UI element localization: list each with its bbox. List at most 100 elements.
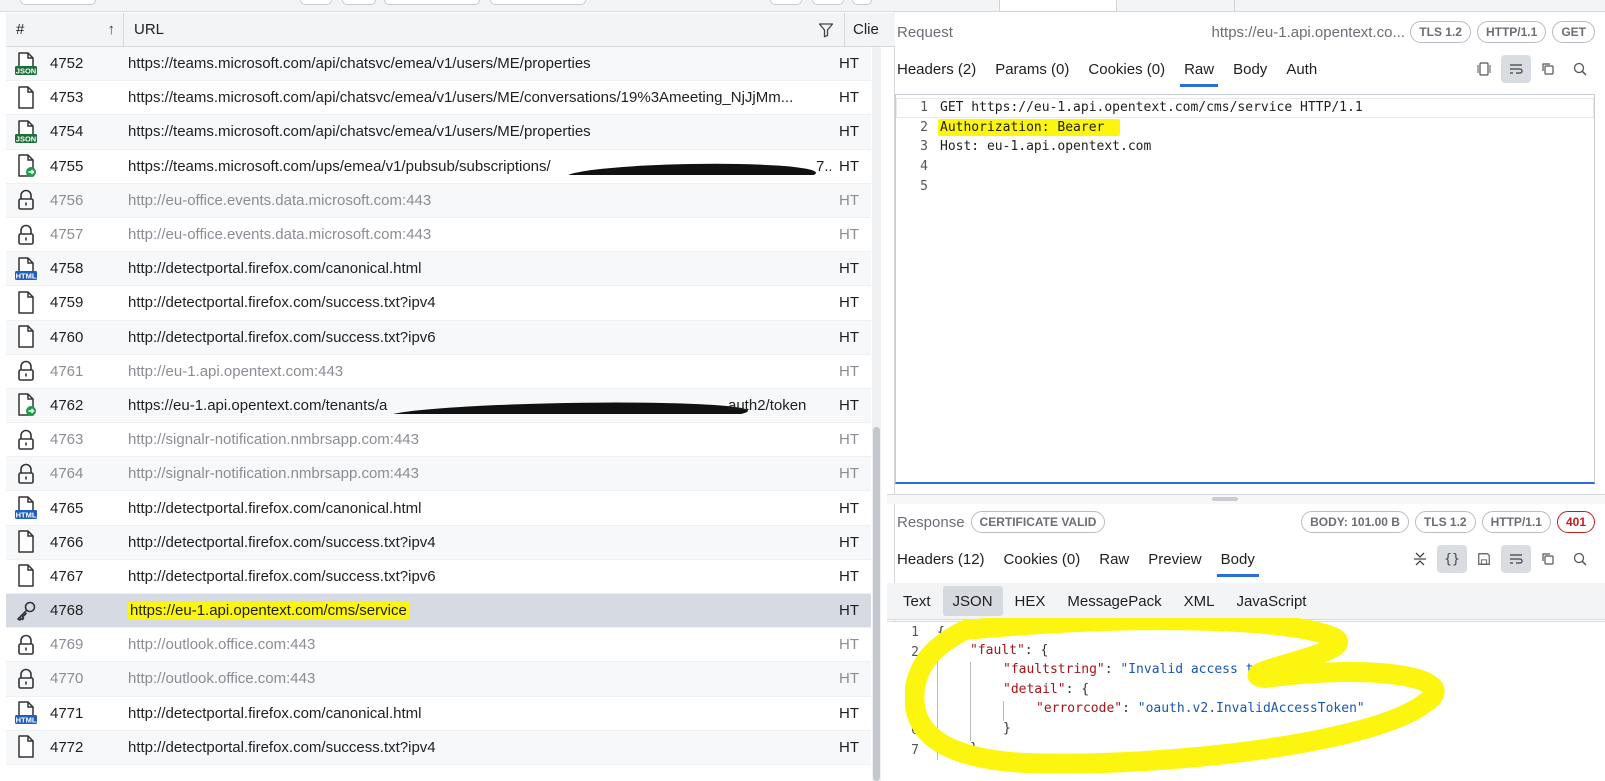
session-list-pane: # ↑ URL Clie JSON 4752 https://teams.micro… — [0, 0, 895, 781]
session-row[interactable]: 4760 http://detectportal.firefox.com/succ… — [6, 320, 871, 355]
file-icon — [6, 560, 46, 593]
session-number: 4754 — [50, 123, 84, 141]
search-icon[interactable] — [1565, 55, 1595, 83]
session-number: 4765 — [50, 499, 84, 517]
filter-icon[interactable] — [818, 22, 834, 38]
column-header-number[interactable]: # ↑ — [6, 13, 124, 46]
session-row[interactable]: 4772 http://detectportal.firefox.com/succ… — [6, 730, 871, 765]
toolbar-button[interactable] — [300, 0, 332, 5]
session-row[interactable]: 4764 http://signalr-notification.nmbrsapp… — [6, 457, 871, 492]
session-row[interactable]: 4759 http://detectportal.firefox.com/succ… — [6, 286, 871, 321]
response-tools: {} — [1403, 545, 1595, 573]
session-url: https://eu-1.api.opentext.com/cms/servic… — [128, 602, 409, 620]
response-pill: HTTP/1.1 — [1481, 511, 1551, 533]
session-row[interactable]: HTML 4765 http://detectportal.firefox.com/… — [6, 491, 871, 526]
session-row[interactable]: 4769 http://outlook.office.com:443 HT — [6, 628, 871, 663]
format-braces-icon[interactable]: {} — [1437, 545, 1467, 573]
request-tab[interactable]: Raw — [1180, 51, 1219, 87]
code-line: 7} — [887, 740, 1605, 761]
file-icon — [6, 321, 46, 354]
splitter-grip[interactable] — [1212, 497, 1238, 501]
toolbar-button[interactable] — [852, 0, 872, 5]
session-row[interactable]: JSON 4752 https://teams.microsoft.com/api/… — [6, 47, 871, 82]
toolbar-button[interactable] — [20, 0, 96, 5]
format-tab[interactable]: JavaScript — [1226, 586, 1316, 616]
session-row[interactable]: 4770 http://outlook.office.com:443 HT — [6, 662, 871, 697]
response-tab[interactable]: Preview — [1148, 541, 1201, 577]
inspector-tab[interactable] — [999, 0, 1117, 12]
session-client: HT — [839, 465, 859, 483]
format-tab[interactable]: HEX — [1005, 586, 1056, 616]
session-row[interactable]: HTML 4771 http://detectportal.firefox.com/… — [6, 697, 871, 731]
session-row[interactable]: 4768 https://eu-1.api.opentext.com/cms/se… — [6, 594, 871, 629]
session-row[interactable]: 4762 https://eu-1.api.opentext.com/tenant… — [6, 388, 871, 424]
session-url: https://teams.microsoft.com/api/chatsvc/… — [128, 55, 591, 73]
request-tab[interactable]: Cookies (0) — [1088, 51, 1165, 87]
session-url: http://detectportal.firefox.com/success.… — [128, 738, 436, 756]
search-icon[interactable] — [1565, 545, 1595, 573]
file-redirect-icon — [6, 150, 46, 183]
session-row[interactable]: 4757 http://eu-office.events.data.microso… — [6, 218, 871, 253]
vertical-scrollbar[interactable] — [872, 47, 881, 781]
format-tab[interactable]: Text — [893, 586, 941, 616]
word-wrap-icon[interactable] — [1501, 55, 1531, 83]
request-tab[interactable]: Auth — [1286, 51, 1317, 87]
session-row[interactable]: 4753 https://teams.microsoft.com/api/chat… — [6, 81, 871, 116]
session-url: http://detectportal.firefox.com/success.… — [128, 533, 436, 551]
request-raw-editor[interactable]: 1 GET https://eu-1.api.opentext.com/cms/s… — [895, 94, 1595, 484]
code-line: 4 — [920, 159, 928, 175]
response-tab[interactable]: Cookies (0) — [1004, 541, 1081, 577]
toolbar-button[interactable] — [812, 0, 844, 5]
toolbar-button[interactable] — [770, 0, 802, 5]
session-row[interactable]: 4767 http://detectportal.firefox.com/succ… — [6, 560, 871, 594]
response-tab[interactable]: Headers (12) — [897, 541, 985, 577]
inspector-tab[interactable] — [1117, 0, 1235, 12]
word-wrap-icon[interactable] — [1501, 545, 1531, 573]
session-client: HT — [839, 362, 859, 380]
session-number: 4755 — [50, 157, 84, 175]
format-tab[interactable]: JSON — [942, 586, 1003, 616]
code-line: 1 GET https://eu-1.api.opentext.com/cms/s… — [896, 98, 1594, 118]
format-tab[interactable]: XML — [1174, 586, 1225, 616]
request-tab[interactable]: Params (0) — [995, 51, 1069, 87]
session-row[interactable]: HTML 4758 http://detectportal.firefox.com/… — [6, 252, 871, 287]
session-row[interactable]: 4761 http://eu-1.api.opentext.com:443 HT — [6, 355, 871, 389]
session-number: 4752 — [50, 55, 84, 73]
session-number: 4757 — [50, 226, 84, 244]
toolbar-button[interactable] — [490, 0, 586, 5]
session-url: http://detectportal.firefox.com/canonica… — [128, 260, 422, 278]
response-tab[interactable]: Body — [1216, 541, 1260, 577]
session-number: 4758 — [50, 260, 84, 278]
session-row[interactable]: JSON 4754 https://teams.microsoft.com/api/… — [6, 115, 871, 150]
file-icon — [6, 286, 46, 319]
scrollbar-thumb[interactable] — [873, 427, 880, 781]
toolbar-button[interactable] — [342, 0, 376, 5]
session-client: HT — [839, 499, 859, 517]
session-url-tail: 7... — [816, 157, 831, 175]
format-tab[interactable]: MessagePack — [1057, 586, 1171, 616]
request-tab[interactable]: Headers (2) — [897, 51, 976, 87]
copy-icon[interactable] — [1533, 55, 1563, 83]
session-number: 4769 — [50, 636, 84, 654]
toolbar-button[interactable] — [384, 0, 480, 5]
session-row[interactable]: 4766 http://detectportal.firefox.com/succ… — [6, 525, 871, 560]
column-header-url[interactable]: URL — [124, 13, 845, 46]
collapse-icon[interactable] — [1405, 545, 1435, 573]
lock-icon — [6, 423, 46, 456]
request-tools — [1467, 55, 1595, 83]
session-row[interactable]: 4756 http://eu-office.events.data.microso… — [6, 183, 871, 218]
html-file-icon: HTML — [6, 491, 46, 524]
response-body-editor[interactable]: 1{ 2 "fault": { 3 "faultstring": "Invalid … — [887, 621, 1605, 781]
copy-icon[interactable] — [1533, 545, 1563, 573]
session-row[interactable]: 4755 https://teams.microsoft.com/ups/emea… — [6, 150, 871, 184]
save-icon[interactable] — [1469, 545, 1499, 573]
request-tab[interactable]: Body — [1233, 51, 1267, 87]
layout-toggle-icon[interactable] — [1469, 55, 1499, 83]
session-row[interactable]: 4763 http://signalr-notification.nmbrsapp… — [6, 423, 871, 458]
session-url: https://teams.microsoft.com/api/chatsvc/… — [128, 89, 794, 107]
response-tab[interactable]: Raw — [1099, 541, 1129, 577]
session-number: 4772 — [50, 738, 84, 756]
pane-splitter[interactable] — [887, 494, 1605, 504]
json-file-icon: JSON — [6, 115, 46, 148]
sort-ascending-icon[interactable]: ↑ — [108, 21, 116, 38]
